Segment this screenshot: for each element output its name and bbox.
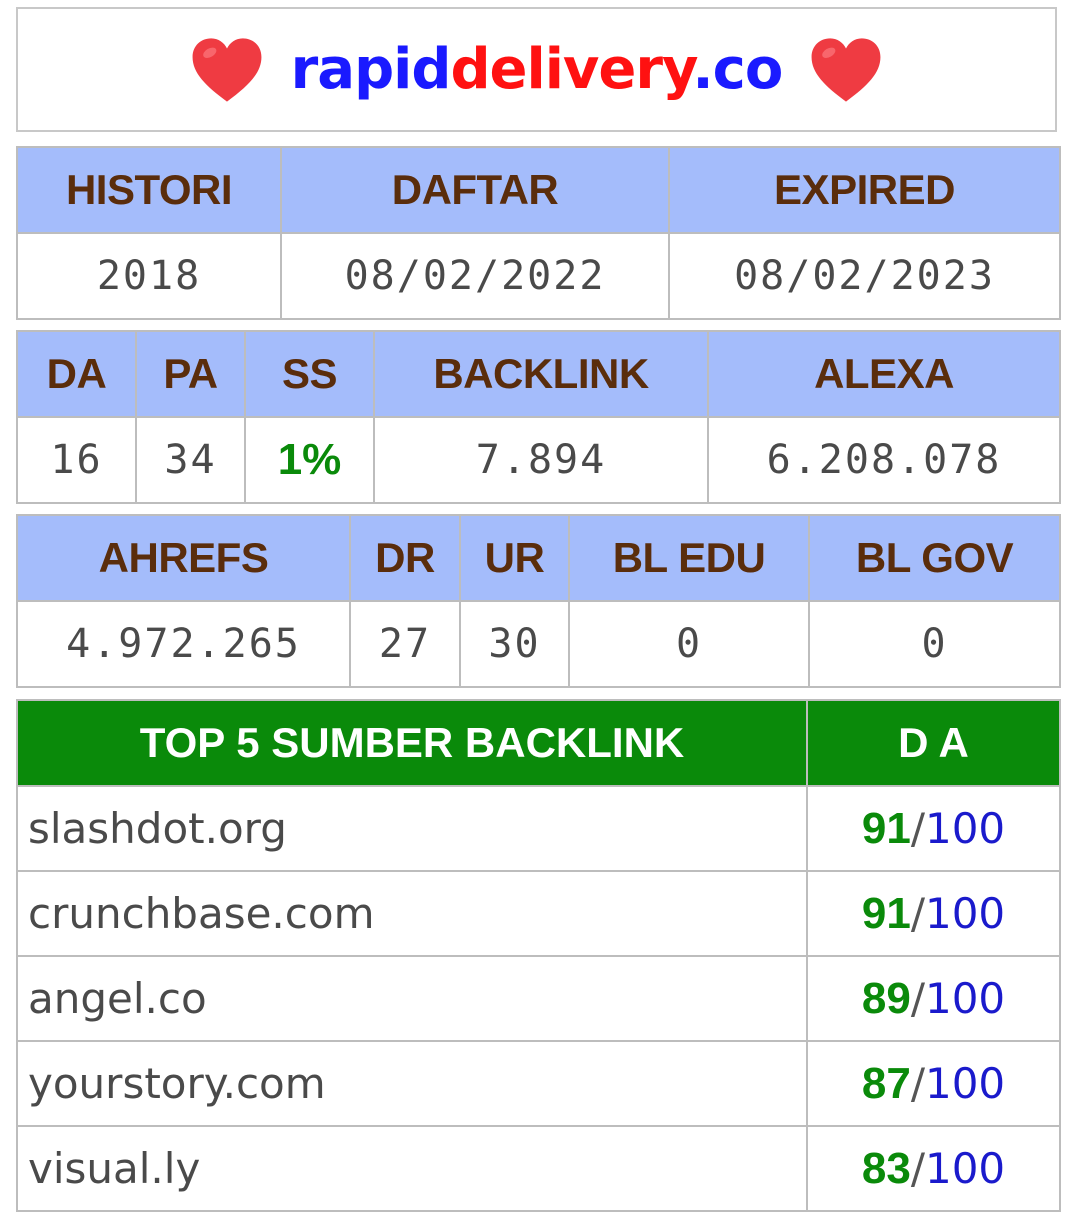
value-backlink: 7.894	[373, 416, 709, 504]
domain-part-2: delivery	[450, 37, 693, 102]
ahrefs-metrics-table: AHREFS DR UR BL EDU BL GOV 4.972.265 27 …	[16, 514, 1061, 688]
value-dr: 27	[349, 600, 461, 688]
header-pa: PA	[135, 330, 246, 418]
header-daftar: DAFTAR	[280, 146, 670, 234]
value-expired: 08/02/2023	[668, 232, 1061, 320]
header-histori: HISTORI	[16, 146, 282, 234]
table-row: angel.co 89/100	[16, 955, 1061, 1042]
header-bl-edu: BL EDU	[568, 514, 810, 602]
value-alexa: 6.208.078	[707, 416, 1061, 504]
header-alexa: ALEXA	[707, 330, 1061, 418]
header-ur: UR	[459, 514, 570, 602]
table-row: visual.ly 83/100	[16, 1125, 1061, 1212]
backlink-da: 91/100	[806, 785, 1061, 872]
domain-name: rapiddelivery.co	[290, 37, 784, 102]
header-da-score: D A	[806, 699, 1061, 787]
da-max: 100	[924, 803, 1006, 853]
value-ss: 1%	[244, 416, 375, 504]
domain-stats-card: rapiddelivery.co HISTORI DAFTAR EXPIRED …	[0, 0, 1077, 1218]
header-expired: EXPIRED	[668, 146, 1061, 234]
domain-title-box: rapiddelivery.co	[16, 7, 1057, 132]
value-histori: 2018	[16, 232, 282, 320]
domain-part-3: .co	[692, 37, 783, 102]
registration-table: HISTORI DAFTAR EXPIRED 2018 08/02/2022 0…	[16, 146, 1061, 320]
backlink-site: slashdot.org	[16, 785, 808, 872]
value-ur: 30	[459, 600, 570, 688]
value-bl-gov: 0	[808, 600, 1061, 688]
da-max: 100	[924, 973, 1006, 1023]
backlink-site: angel.co	[16, 955, 808, 1042]
domain-part-1: rapid	[290, 37, 452, 102]
backlink-da: 83/100	[806, 1125, 1061, 1212]
da-score: 83	[861, 1143, 911, 1193]
top-backlink-table: TOP 5 SUMBER BACKLINK D A slashdot.org 9…	[16, 699, 1061, 1212]
table-row: crunchbase.com 91/100	[16, 870, 1061, 957]
backlink-site: visual.ly	[16, 1125, 808, 1212]
backlink-da: 91/100	[806, 870, 1061, 957]
value-da: 16	[16, 416, 137, 504]
value-pa: 34	[135, 416, 246, 504]
table-row: yourstory.com 87/100	[16, 1040, 1061, 1127]
backlink-site: yourstory.com	[16, 1040, 808, 1127]
backlink-da: 87/100	[806, 1040, 1061, 1127]
header-bl-gov: BL GOV	[808, 514, 1061, 602]
da-score: 91	[861, 888, 911, 938]
heart-icon	[192, 37, 262, 102]
header-ahrefs: AHREFS	[16, 514, 351, 602]
da-score: 91	[861, 803, 911, 853]
backlink-da: 89/100	[806, 955, 1061, 1042]
da-max: 100	[924, 888, 1006, 938]
heart-icon	[811, 37, 881, 102]
header-top-sources: TOP 5 SUMBER BACKLINK	[16, 699, 808, 787]
backlink-site: crunchbase.com	[16, 870, 808, 957]
da-max: 100	[924, 1143, 1006, 1193]
moz-metrics-table: DA PA SS BACKLINK ALEXA 16 34 1% 7.894 6…	[16, 330, 1061, 504]
da-max: 100	[924, 1058, 1006, 1108]
header-dr: DR	[349, 514, 461, 602]
value-ahrefs: 4.972.265	[16, 600, 351, 688]
value-bl-edu: 0	[568, 600, 810, 688]
header-da: DA	[16, 330, 137, 418]
value-daftar: 08/02/2022	[280, 232, 670, 320]
da-score: 89	[861, 973, 911, 1023]
table-row: slashdot.org 91/100	[16, 785, 1061, 872]
header-backlink: BACKLINK	[373, 330, 709, 418]
header-ss: SS	[244, 330, 375, 418]
da-score: 87	[861, 1058, 911, 1108]
